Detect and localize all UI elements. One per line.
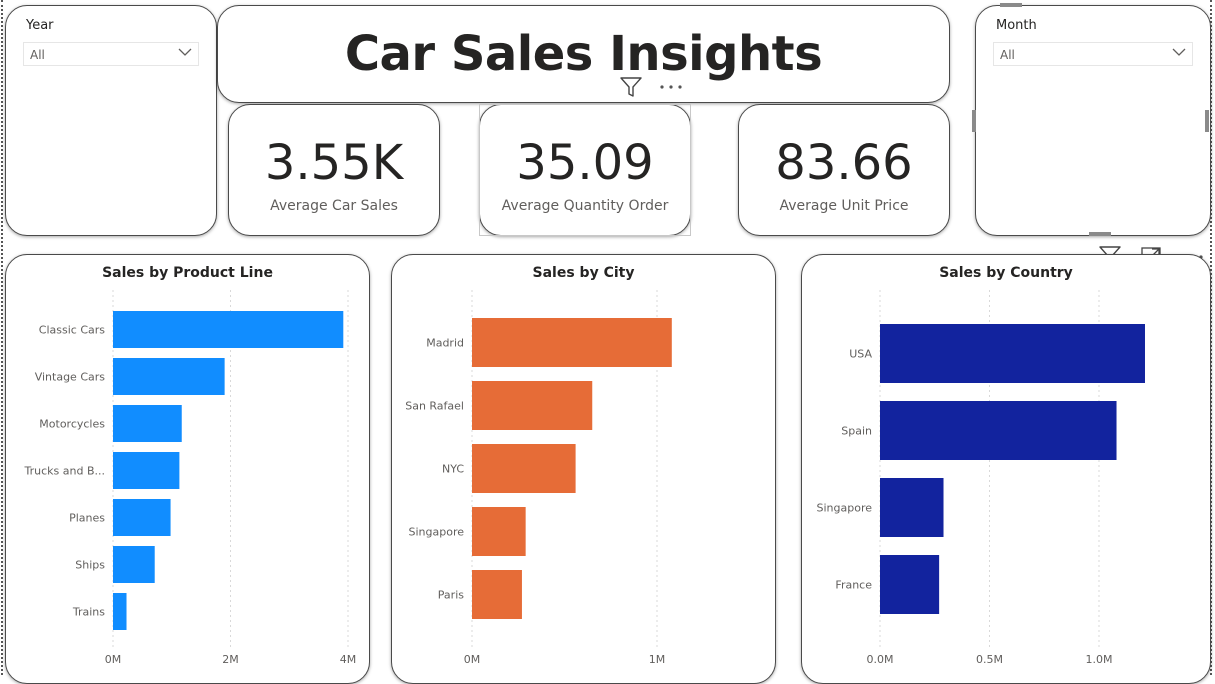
- month-dropdown[interactable]: All: [993, 42, 1193, 66]
- x-tick-label: 0M: [105, 653, 122, 666]
- bar[interactable]: [113, 593, 127, 630]
- chevron-down-icon: [178, 48, 192, 56]
- year-slicer[interactable]: Year All: [5, 5, 217, 236]
- kpi-value: 35.09: [516, 135, 654, 191]
- filter-icon[interactable]: [619, 75, 643, 99]
- chart-plot-city: 0M 1M Madrid San Rafael NYC Singapore Paris: [405, 290, 672, 666]
- kpi-label: Average Car Sales: [270, 198, 398, 214]
- x-tick-label: 0.5M: [976, 653, 1003, 666]
- bar[interactable]: [472, 507, 526, 556]
- category-label: Trains: [72, 606, 105, 619]
- bar[interactable]: [472, 318, 672, 367]
- category-label: Classic Cars: [39, 324, 105, 337]
- category-label: Spain: [841, 425, 872, 438]
- month-slicer-title: Month: [996, 18, 1037, 33]
- x-tick-label: 0M: [464, 653, 481, 666]
- kpi-card-average-car-sales[interactable]: 3.55K Average Car Sales: [228, 104, 440, 236]
- x-tick-label: 4M: [340, 653, 357, 666]
- x-tick-label: 1.0M: [1086, 653, 1113, 666]
- chevron-down-icon: [1172, 48, 1186, 56]
- category-label: Ships: [75, 559, 105, 572]
- resize-handle[interactable]: [1205, 110, 1209, 132]
- resize-handle[interactable]: [972, 110, 976, 132]
- kpi-label: Average Unit Price: [779, 198, 909, 214]
- year-dropdown[interactable]: All: [23, 42, 199, 66]
- year-slicer-title: Year: [26, 18, 54, 33]
- x-tick-label: 2M: [222, 653, 239, 666]
- kpi-value: 83.66: [775, 135, 913, 191]
- bar[interactable]: [113, 452, 180, 489]
- year-dropdown-value: All: [30, 48, 45, 62]
- category-label: Singapore: [817, 502, 873, 515]
- bar[interactable]: [880, 401, 1117, 460]
- month-dropdown-value: All: [1000, 48, 1015, 62]
- bar[interactable]: [113, 499, 171, 536]
- bar[interactable]: [472, 570, 522, 619]
- more-options-icon[interactable]: [658, 82, 684, 92]
- category-label: NYC: [442, 463, 464, 476]
- category-label: Madrid: [426, 337, 464, 350]
- chart-sales-by-city[interactable]: Sales by City 0M 1M Madrid San Rafael NYC Sin…: [391, 254, 776, 684]
- chart-plot-country: 0.0M 0.5M 1.0M USA Spain Singapore France: [817, 290, 1145, 666]
- bar[interactable]: [880, 478, 944, 537]
- category-label: Motorcycles: [39, 418, 105, 431]
- resize-handle[interactable]: [1089, 232, 1111, 236]
- bar[interactable]: [472, 444, 576, 493]
- report-title-card: Car Sales Insights: [217, 5, 950, 103]
- bar[interactable]: [880, 555, 940, 614]
- report-title: Car Sales Insights: [344, 26, 823, 82]
- category-label: Vintage Cars: [35, 371, 106, 384]
- chart-plot-product-line: 0M 2M 4M Classic Cars Vintage Cars Motorcycle…: [24, 290, 357, 666]
- category-label: Singapore: [409, 526, 465, 539]
- category-label: USA: [849, 348, 872, 361]
- category-label: San Rafael: [405, 400, 464, 413]
- chart-sales-by-country[interactable]: Sales by Country 0.0M 0.5M 1.0M USA Spain Sin…: [801, 254, 1211, 684]
- category-label: Trucks and B...: [24, 465, 105, 478]
- bar[interactable]: [113, 358, 225, 395]
- category-label: Planes: [69, 512, 105, 525]
- bar[interactable]: [113, 405, 182, 442]
- resize-handle[interactable]: [1000, 3, 1022, 7]
- bar[interactable]: [113, 311, 344, 348]
- kpi-card-average-unit-price[interactable]: 83.66 Average Unit Price: [738, 104, 950, 236]
- bar[interactable]: [113, 546, 155, 583]
- chart-sales-by-product-line[interactable]: Sales by Product Line 0M 2M 4M Classic Cars…: [5, 254, 370, 684]
- category-label: Paris: [438, 589, 464, 602]
- category-label: France: [835, 579, 872, 592]
- bar[interactable]: [880, 324, 1145, 383]
- month-slicer[interactable]: Month All: [975, 5, 1211, 236]
- kpi-card-average-quantity-order[interactable]: 35.09 Average Quantity Order: [479, 104, 691, 236]
- x-tick-label: 0.0M: [867, 653, 894, 666]
- kpi-value: 3.55K: [264, 135, 404, 191]
- kpi-label: Average Quantity Order: [501, 198, 669, 214]
- x-tick-label: 1M: [649, 653, 666, 666]
- bar[interactable]: [472, 381, 593, 430]
